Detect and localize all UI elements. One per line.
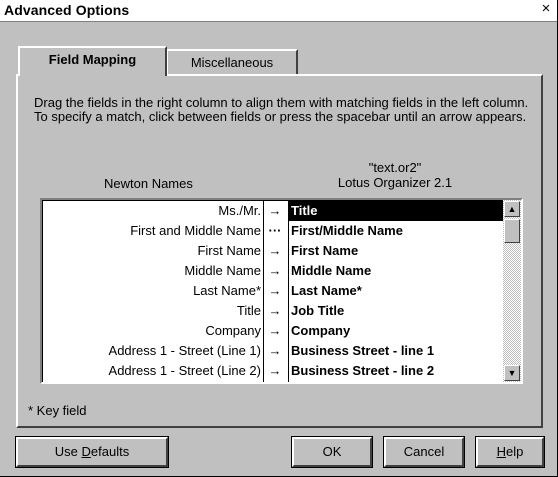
table-row[interactable]: Company → Company <box>43 321 503 341</box>
help-mnemonic: H <box>496 444 507 459</box>
newton-field[interactable]: Middle Name <box>43 261 261 281</box>
newton-names-header: Newton Names <box>104 176 193 191</box>
target-field[interactable]: Last Name* <box>289 281 503 301</box>
newton-field[interactable]: Address 1 - Street (Line 1) <box>43 341 261 361</box>
tab-miscellaneous[interactable]: Miscellaneous <box>166 49 298 74</box>
scroll-down-icon[interactable]: ▼ <box>504 365 520 381</box>
vertical-scrollbar[interactable]: ▲ ▼ <box>503 200 521 382</box>
match-arrow[interactable]: → <box>263 301 287 321</box>
target-field[interactable]: Company <box>289 321 503 341</box>
use-defaults-label-post: efaults <box>90 444 130 459</box>
match-arrow[interactable]: → <box>263 361 287 381</box>
newton-field[interactable]: Last Name* <box>43 281 261 301</box>
newton-field[interactable]: First Name <box>43 241 261 261</box>
target-field[interactable]: Business Street - line 1 <box>289 341 503 361</box>
use-defaults-button[interactable]: Use Defaults <box>15 436 169 468</box>
target-file-name: "text.or2" <box>368 160 422 175</box>
ok-button[interactable]: OK <box>291 436 373 468</box>
table-row[interactable]: Address 1 - Street (Line 2) → Business S… <box>43 361 503 381</box>
no-match-dots[interactable]: ··· <box>263 221 287 241</box>
field-mapping-list[interactable]: Ms./Mr. → Title First and Middle Name ··… <box>40 198 523 384</box>
table-row[interactable]: Address 1 - Street (Line 1) → Business S… <box>43 341 503 361</box>
target-field[interactable]: Title <box>289 201 503 221</box>
target-app-name: Lotus Organizer 2.1 <box>337 175 453 190</box>
match-arrow[interactable]: → <box>263 321 287 341</box>
match-arrow[interactable]: → <box>263 281 287 301</box>
target-field[interactable]: First Name <box>289 241 503 261</box>
instructions-text: Drag the fields in the right column to a… <box>34 95 529 124</box>
target-file-header: "text.or2" Lotus Organizer 2.1 <box>310 160 480 190</box>
target-field[interactable]: Middle Name <box>289 261 503 281</box>
table-row[interactable]: First Name → First Name <box>43 241 503 261</box>
use-defaults-mnemonic: D <box>81 444 91 459</box>
scroll-up-icon[interactable]: ▲ <box>504 201 520 217</box>
advanced-options-dialog: Advanced Options × Field Mapping Miscell… <box>0 0 558 477</box>
table-row[interactable]: Title → Job Title <box>43 301 503 321</box>
title-bar: Advanced Options × <box>0 0 557 22</box>
match-arrow[interactable]: → <box>263 241 287 261</box>
use-defaults-label-pre: Use <box>54 444 82 459</box>
key-field-note: * Key field <box>28 403 87 418</box>
window-title: Advanced Options <box>4 2 130 18</box>
help-label-post: elp <box>506 444 524 459</box>
table-row[interactable]: Ms./Mr. → Title <box>43 201 503 221</box>
newton-field[interactable]: First and Middle Name <box>43 221 261 241</box>
newton-field[interactable]: Ms./Mr. <box>43 201 261 221</box>
table-row[interactable]: First and Middle Name ··· First/Middle N… <box>43 221 503 241</box>
close-icon[interactable]: × <box>539 0 553 18</box>
target-field[interactable]: Business Street - line 2 <box>289 361 503 381</box>
scroll-thumb[interactable] <box>504 219 520 243</box>
newton-field[interactable]: Address 1 - Street (Line 2) <box>43 361 261 381</box>
tab-field-mapping[interactable]: Field Mapping <box>18 46 167 76</box>
match-arrow[interactable]: → <box>263 201 287 221</box>
match-arrow[interactable]: → <box>263 341 287 361</box>
cancel-button[interactable]: Cancel <box>383 436 465 468</box>
help-button[interactable]: Help <box>475 436 545 468</box>
table-row[interactable]: Middle Name → Middle Name <box>43 261 503 281</box>
field-mapping-panel: Drag the fields in the right column to a… <box>16 74 543 428</box>
match-arrow[interactable]: → <box>263 261 287 281</box>
mapping-rows: Ms./Mr. → Title First and Middle Name ··… <box>42 200 503 382</box>
target-field[interactable]: Job Title <box>289 301 503 321</box>
target-field[interactable]: First/Middle Name <box>289 221 503 241</box>
newton-field[interactable]: Company <box>43 321 261 341</box>
table-row[interactable]: Last Name* → Last Name* <box>43 281 503 301</box>
newton-field[interactable]: Title <box>43 301 261 321</box>
